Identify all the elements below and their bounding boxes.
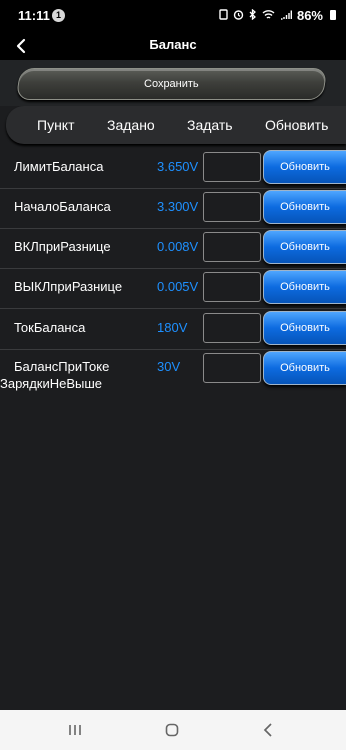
param-value: 30V — [157, 359, 181, 374]
notification-badge: 1 — [52, 9, 65, 22]
update-button[interactable]: Обновить — [263, 270, 346, 304]
param-row: БалансПриТоке ЗарядкиНеВыше 30V Обновить — [0, 349, 346, 391]
param-row: ТокБаланса 180V Обновить — [0, 309, 346, 350]
param-name: БалансПриТоке — [14, 359, 110, 374]
update-button[interactable]: Обновить — [263, 190, 346, 224]
param-input[interactable] — [203, 232, 261, 262]
bluetooth-icon — [249, 9, 256, 20]
system-nav-bar — [0, 710, 346, 750]
save-button[interactable]: Сохранить — [15, 68, 328, 100]
param-value: 3.650V — [157, 159, 199, 174]
save-button-label: Сохранить — [144, 78, 199, 90]
param-value: 0.005V — [157, 279, 199, 294]
param-name: ТокБаланса — [14, 320, 86, 335]
param-input[interactable] — [203, 313, 261, 343]
param-value: 180V — [157, 320, 188, 335]
column-header-row: Пункт Задано Задать Обновить — [0, 106, 346, 146]
column-set: Задано — [107, 117, 155, 133]
param-row: ЛимитБаланса 3.650V Обновить — [0, 148, 346, 189]
param-input[interactable] — [203, 272, 261, 302]
update-button[interactable]: Обновить — [263, 351, 346, 385]
status-time: 11:11 — [18, 8, 50, 23]
update-button[interactable]: Обновить — [263, 311, 346, 345]
param-row: ВКЛприРазнице 0.008V Обновить — [0, 228, 346, 269]
param-name: НачалоБаланса — [14, 199, 111, 214]
param-name-line2: ЗарядкиНеВыше — [0, 376, 103, 391]
alarm-icon — [233, 10, 244, 20]
title-bar: Баланс — [0, 32, 346, 60]
page-title: Баланс — [149, 37, 197, 52]
status-icons — [219, 9, 292, 20]
column-update: Обновить — [265, 117, 329, 133]
signal-icon — [281, 10, 292, 20]
param-name: ЛимитБаланса — [14, 159, 104, 174]
battery-icon — [330, 10, 336, 20]
battery-percent: 86% — [296, 8, 323, 23]
param-value: 0.008V — [157, 239, 199, 254]
param-name: ВЫКЛприРазнице — [14, 279, 123, 294]
column-item: Пункт — [37, 117, 75, 133]
wifi-icon — [262, 10, 275, 19]
param-row: ВЫКЛприРазнице 0.005V Обновить — [0, 268, 346, 309]
param-input[interactable] — [203, 353, 261, 383]
param-input[interactable] — [203, 192, 261, 222]
update-button[interactable]: Обновить — [263, 230, 346, 264]
param-value: 3.300V — [157, 199, 199, 214]
nav-back-icon[interactable] — [262, 723, 274, 737]
home-icon[interactable] — [165, 723, 179, 737]
recents-icon[interactable] — [68, 724, 82, 736]
status-bar: 11:11 1 86% — [0, 0, 346, 32]
battery-saver-icon — [219, 9, 228, 20]
param-name: ВКЛприРазнице — [14, 239, 111, 254]
update-button[interactable]: Обновить — [263, 150, 346, 184]
save-area: Сохранить — [0, 60, 346, 106]
column-assign: Задать — [187, 117, 233, 133]
param-input[interactable] — [203, 152, 261, 182]
param-row: НачалоБаланса 3.300V Обновить — [0, 188, 346, 229]
